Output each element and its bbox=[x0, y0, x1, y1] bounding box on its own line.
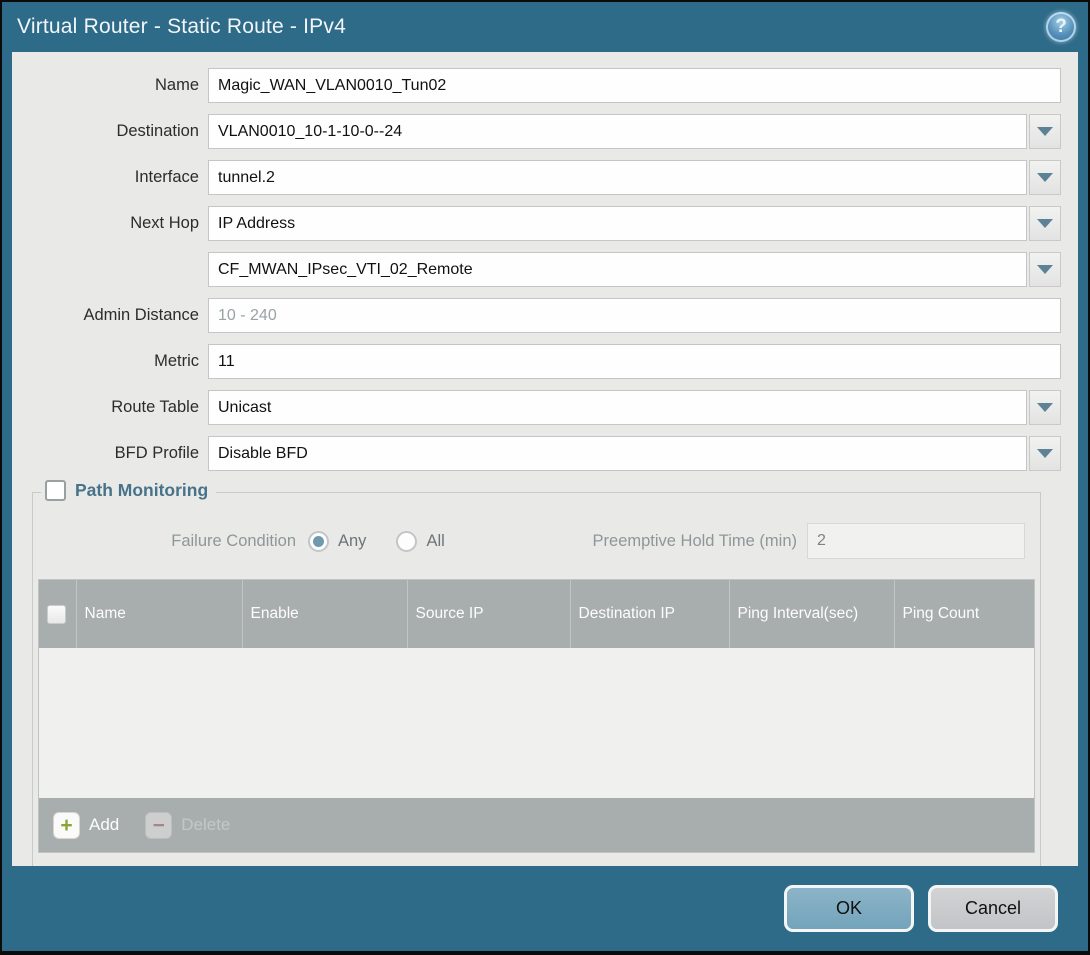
add-button-label: Add bbox=[89, 815, 119, 835]
path-monitoring-title: Path Monitoring bbox=[75, 480, 208, 501]
dialog-title: Virtual Router - Static Route - IPv4 bbox=[17, 15, 346, 39]
route-table-dropdown-button[interactable] bbox=[1029, 390, 1061, 425]
interface-dropdown-button[interactable] bbox=[1029, 160, 1061, 195]
preemptive-hold-time-label: Preemptive Hold Time (min) bbox=[593, 532, 807, 551]
route-table-row: Route Table bbox=[12, 390, 1061, 425]
bfd-profile-label: BFD Profile bbox=[12, 444, 208, 463]
admin-distance-input[interactable] bbox=[208, 298, 1061, 333]
name-input[interactable] bbox=[208, 68, 1061, 103]
path-monitoring-table: Name Enable Source IP Destination IP Pin… bbox=[38, 579, 1035, 853]
dialog-footer: OK Cancel bbox=[2, 866, 1088, 953]
help-icon[interactable]: ? bbox=[1046, 12, 1076, 42]
destination-dropdown-button[interactable] bbox=[1029, 114, 1061, 149]
interface-row: Interface bbox=[12, 160, 1061, 195]
table-toolbar: + Add − Delete bbox=[39, 798, 1034, 852]
bfd-profile-input[interactable] bbox=[208, 436, 1027, 471]
static-route-dialog: Virtual Router - Static Route - IPv4 ? N… bbox=[0, 0, 1090, 955]
path-monitoring-checkbox[interactable] bbox=[45, 480, 66, 501]
cancel-button[interactable]: Cancel bbox=[928, 885, 1058, 932]
column-header-enable[interactable]: Enable bbox=[242, 580, 407, 648]
chevron-down-icon bbox=[1037, 449, 1053, 458]
destination-row: Destination bbox=[12, 114, 1061, 149]
title-bar: Virtual Router - Static Route - IPv4 ? bbox=[2, 2, 1088, 52]
name-label: Name bbox=[12, 76, 208, 95]
admin-distance-row: Admin Distance bbox=[12, 298, 1061, 333]
route-table-input[interactable] bbox=[208, 390, 1027, 425]
bfd-profile-row: BFD Profile bbox=[12, 436, 1061, 471]
chevron-down-icon bbox=[1037, 127, 1053, 136]
metric-label: Metric bbox=[12, 352, 208, 371]
preemptive-hold-time-input[interactable] bbox=[807, 523, 1025, 559]
interface-label: Interface bbox=[12, 168, 208, 187]
column-header-source-ip[interactable]: Source IP bbox=[407, 580, 570, 648]
bfd-profile-dropdown-button[interactable] bbox=[1029, 436, 1061, 471]
next-hop-row: Next Hop bbox=[12, 206, 1061, 241]
route-table-label: Route Table bbox=[12, 398, 208, 417]
select-all-checkbox[interactable] bbox=[47, 605, 66, 624]
failure-condition-any-label: Any bbox=[338, 532, 366, 551]
name-row: Name bbox=[12, 68, 1061, 103]
destination-input[interactable] bbox=[208, 114, 1027, 149]
table-header-row: Name Enable Source IP Destination IP Pin… bbox=[39, 580, 1034, 648]
failure-condition-all-label: All bbox=[426, 532, 444, 551]
column-header-ping-interval[interactable]: Ping Interval(sec) bbox=[729, 580, 894, 648]
metric-row: Metric bbox=[12, 344, 1061, 379]
next-hop-label: Next Hop bbox=[12, 214, 208, 233]
failure-condition-all-radio[interactable] bbox=[396, 531, 417, 552]
column-header-destination-ip[interactable]: Destination IP bbox=[570, 580, 729, 648]
failure-condition-any-radio[interactable] bbox=[308, 531, 329, 552]
preemptive-hold-time-group: Preemptive Hold Time (min) bbox=[593, 523, 1025, 559]
delete-button[interactable]: − Delete bbox=[145, 812, 230, 839]
destination-label: Destination bbox=[12, 122, 208, 141]
select-all-cell bbox=[39, 580, 76, 648]
add-button[interactable]: + Add bbox=[53, 812, 119, 839]
chevron-down-icon bbox=[1037, 219, 1053, 228]
table-empty-body bbox=[39, 648, 1034, 798]
interface-input[interactable] bbox=[208, 160, 1027, 195]
delete-button-label: Delete bbox=[181, 815, 230, 835]
failure-condition-label: Failure Condition bbox=[38, 532, 308, 551]
minus-icon: − bbox=[145, 812, 172, 839]
chevron-down-icon bbox=[1037, 403, 1053, 412]
next-hop-address-input[interactable] bbox=[208, 252, 1027, 287]
failure-condition-row: Failure Condition Any All Preemptive Hol… bbox=[38, 523, 1025, 559]
dialog-content: Name Destination Interface Next Hop bbox=[12, 52, 1078, 866]
admin-distance-label: Admin Distance bbox=[12, 306, 208, 325]
chevron-down-icon bbox=[1037, 173, 1053, 182]
next-hop-dropdown-button[interactable] bbox=[1029, 206, 1061, 241]
next-hop-address-dropdown-button[interactable] bbox=[1029, 252, 1061, 287]
next-hop-type-input[interactable] bbox=[208, 206, 1027, 241]
next-hop-address-row bbox=[12, 252, 1061, 287]
plus-icon: + bbox=[53, 812, 80, 839]
path-monitoring-legend: Path Monitoring bbox=[41, 480, 216, 501]
column-header-name[interactable]: Name bbox=[76, 580, 242, 648]
ok-button[interactable]: OK bbox=[784, 885, 914, 932]
column-header-ping-count[interactable]: Ping Count bbox=[894, 580, 1034, 648]
path-monitoring-section: Path Monitoring Failure Condition Any Al… bbox=[32, 492, 1041, 866]
metric-input[interactable] bbox=[208, 344, 1061, 379]
chevron-down-icon bbox=[1037, 265, 1053, 274]
